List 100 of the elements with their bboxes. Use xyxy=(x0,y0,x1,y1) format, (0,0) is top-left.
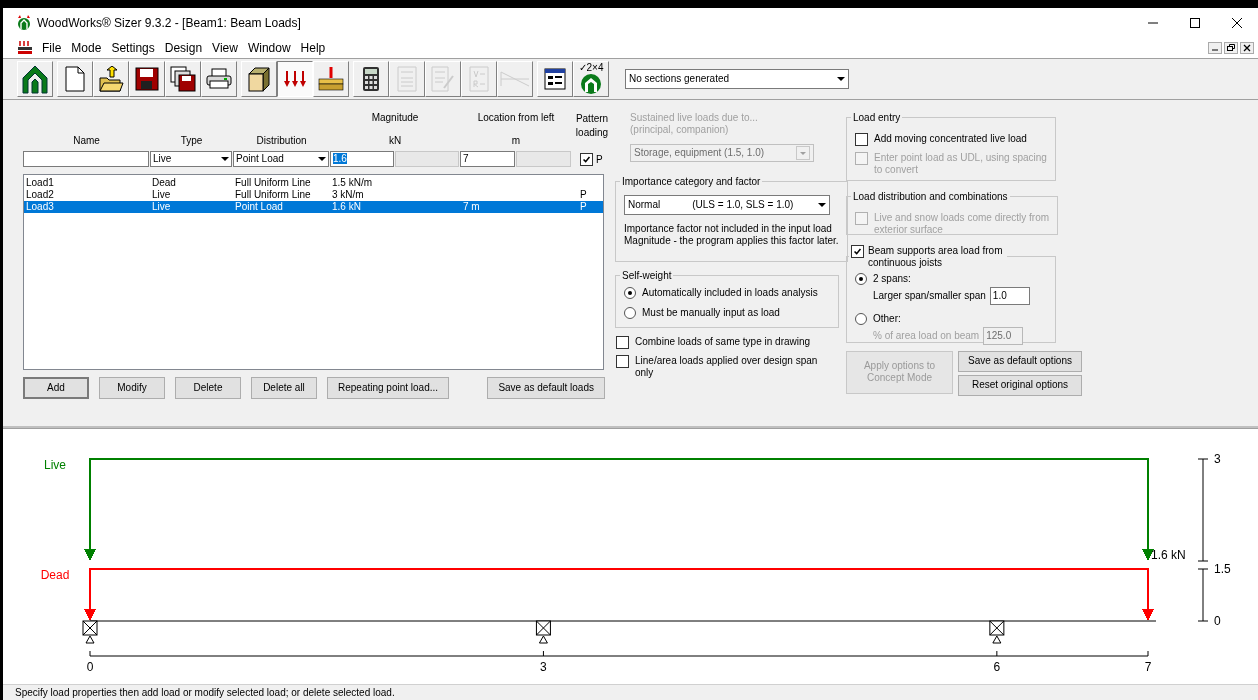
axis-label: 0 xyxy=(86,660,94,675)
scale-label: 1.5 xyxy=(1214,562,1231,577)
sections-dropdown[interactable]: No sections generated xyxy=(625,68,849,89)
input-field[interactable] xyxy=(395,150,459,167)
list-row[interactable]: Load1 Dead Full Uniform Line 1.5 kN/m xyxy=(24,176,603,189)
menu-item[interactable]: Settings xyxy=(106,40,160,55)
toolbar-button[interactable] xyxy=(277,60,313,97)
field-label: % of area load on beam xyxy=(873,330,980,342)
restore-icon[interactable] xyxy=(1224,41,1238,54)
arrows-icon xyxy=(283,69,307,88)
support-icon xyxy=(82,620,98,644)
scale-label: 0 xyxy=(1214,614,1221,629)
radio-label: Other: xyxy=(873,312,901,325)
checkbox-label: Enter point load as UDL, using spacing to convert xyxy=(874,151,1047,176)
list-row[interactable]: Load2 Live Full Uniform Line 3 kN/m P xyxy=(24,188,603,201)
location-field[interactable]: 7 xyxy=(460,150,515,167)
list-row[interactable]: Load3 Live Point Load 1.6 kN 7 m P xyxy=(24,200,603,213)
caret-icon xyxy=(318,156,326,161)
report-icon xyxy=(469,65,489,92)
report-icon xyxy=(431,65,455,92)
load-label: Dead xyxy=(40,568,70,583)
scale-label: 3 xyxy=(1214,452,1221,467)
close-icon[interactable] xyxy=(1240,41,1254,54)
magnitude-field[interactable]: 1.6 xyxy=(330,150,394,167)
checkbox-label: Beam supports area load from continuous joists xyxy=(868,244,1003,269)
column-header: Pattern loading xyxy=(574,111,610,140)
axis-label: 6 xyxy=(993,660,1001,675)
dialog-button[interactable]: Reset original options xyxy=(958,374,1082,396)
window-icon xyxy=(544,67,566,90)
checkbox[interactable] xyxy=(851,244,864,258)
checkbox-label: Line/area loads applied over design span only xyxy=(635,354,818,379)
column-header: Name xyxy=(72,134,101,148)
dialog-button[interactable]: Delete xyxy=(175,376,241,399)
dialog-button[interactable]: Save as default options xyxy=(958,350,1082,372)
checkbox[interactable] xyxy=(855,132,868,146)
column-header: Magnitude xyxy=(370,111,420,125)
house-icon xyxy=(21,63,49,94)
dialog-button[interactable]: Repeating point load... xyxy=(327,376,450,399)
name-field[interactable] xyxy=(23,150,149,167)
caret-icon xyxy=(837,76,845,81)
dialog-button[interactable]: Modify xyxy=(99,376,165,399)
block-icon xyxy=(247,65,271,92)
column-header: Location from left xyxy=(476,111,556,125)
dialog-button[interactable]: Add xyxy=(23,376,89,399)
calculator-icon xyxy=(362,65,380,92)
note-text: Importance factor not included in the input load Magnitude - the program applies this factor later. xyxy=(624,222,839,247)
toolbar-button[interactable]: ✓2×4 xyxy=(573,60,609,97)
checkbox[interactable] xyxy=(580,152,593,166)
folder-icon xyxy=(98,65,124,92)
menu-item[interactable]: Window xyxy=(242,40,296,55)
axis-label: 3 xyxy=(540,660,547,675)
column-header: m xyxy=(510,134,522,148)
caret-icon xyxy=(221,156,229,161)
report-icon xyxy=(397,65,417,92)
checkbox[interactable] xyxy=(616,354,629,368)
load-label: Live xyxy=(44,458,66,473)
menu-item[interactable]: File xyxy=(37,40,67,55)
menu-item[interactable]: Mode xyxy=(66,40,107,55)
field-label: Sustained live loads due to... (principal, companion) xyxy=(629,111,759,136)
radio-label: Automatically included in loads analysis xyxy=(642,286,818,299)
marker-icon xyxy=(317,65,345,92)
checkbox[interactable] xyxy=(616,335,629,349)
load-value: 1.6 kN xyxy=(1151,548,1186,563)
group-title: Self-weight xyxy=(621,269,673,281)
dialog-button[interactable]: Save as default loads xyxy=(487,376,605,399)
window-title: WoodWorks® Sizer 9.3.2 - [Beam1: Beam Loads] xyxy=(37,15,301,30)
column-header: Distribution xyxy=(255,134,308,148)
type-dropdown[interactable]: Live xyxy=(150,150,232,167)
support-icon xyxy=(989,620,1005,644)
loads-icon xyxy=(17,40,33,55)
printer-icon xyxy=(206,67,232,90)
checkbox-label: Combine loads of same type in drawing xyxy=(635,335,811,348)
app-icon xyxy=(17,14,31,31)
menu-item[interactable]: View xyxy=(207,40,243,55)
checkbox-label: Live and snow loads come directly from exterior surface xyxy=(874,211,1050,236)
stacked-disks-icon xyxy=(170,65,196,92)
status-text: Specify load properties then add load or modify selected load; or delete selected load. xyxy=(15,687,395,699)
radio-label: Must be manually input as load xyxy=(642,306,780,319)
axis-label: 7 xyxy=(1144,660,1152,675)
importance-dropdown[interactable]: Normal (ULS = 1.0, SLS = 1.0) xyxy=(624,194,830,215)
menu-item[interactable]: Design xyxy=(159,40,208,55)
input-field[interactable] xyxy=(516,150,571,167)
group-title: Load distribution and combinations xyxy=(852,190,1009,202)
checkbox-label: P xyxy=(596,153,603,165)
group-title: Importance category and factor xyxy=(621,175,762,187)
dialog-button[interactable]: Delete all xyxy=(251,376,317,399)
column-header: Type xyxy=(179,134,204,148)
radio-button[interactable] xyxy=(624,286,636,299)
radio-button[interactable] xyxy=(624,306,636,319)
input-field[interactable]: 1.0 xyxy=(989,286,1030,305)
field-label: Larger span/smaller span xyxy=(873,290,986,302)
document-icon xyxy=(65,65,85,92)
minimize-icon[interactable] xyxy=(1208,41,1222,54)
distribution-dropdown[interactable]: Point Load xyxy=(233,150,329,167)
radio-label: 2 spans: xyxy=(873,272,911,285)
caret-icon xyxy=(796,145,810,160)
radio-button[interactable] xyxy=(855,272,867,285)
menu-item[interactable]: Help xyxy=(295,40,331,55)
column-header: kN xyxy=(387,134,403,148)
house-icon xyxy=(580,74,602,95)
